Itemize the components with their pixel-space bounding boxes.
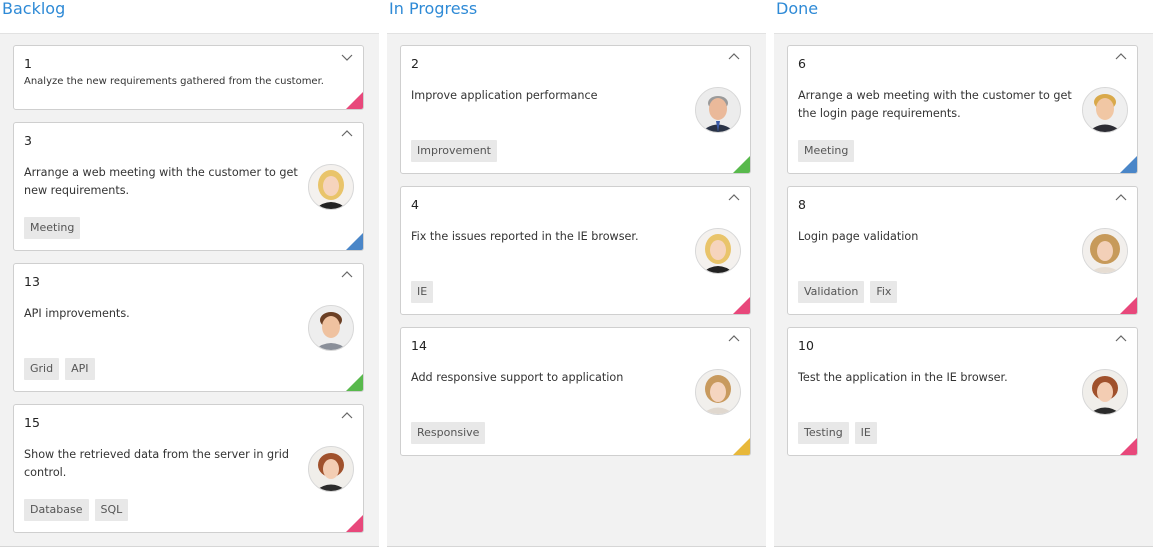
avatar [308, 164, 354, 210]
kanban-card[interactable]: 1 Analyze the new requirements gathered … [13, 45, 364, 110]
kanban-card[interactable]: 13 API improvements. Grid API [13, 263, 364, 392]
column-title: In Progress [389, 0, 478, 18]
priority-indicator [1120, 438, 1137, 455]
kanban-card[interactable]: 3 Arrange a web meeting with the custome… [13, 122, 364, 251]
card-id: 8 [798, 197, 806, 212]
card-id: 6 [798, 56, 806, 71]
priority-indicator [346, 233, 363, 250]
column-body: 6 Arrange a web meeting with the custome… [774, 33, 1153, 547]
card-id: 15 [24, 415, 40, 430]
card-id: 13 [24, 274, 40, 289]
priority-indicator [346, 92, 363, 109]
avatar [1082, 228, 1128, 274]
kanban-card[interactable]: 10 Test the application in the IE browse… [787, 327, 1138, 456]
priority-indicator [733, 438, 750, 455]
card-text: Login page validation [798, 230, 919, 243]
tag: SQL [94, 499, 129, 521]
card-text: Add responsive support to application [411, 371, 624, 384]
chevron-up-icon[interactable] [726, 191, 742, 205]
card-tags: Testing IE [798, 421, 883, 444]
card-text: Show the retrieved data from the server … [24, 448, 289, 479]
card-tags: Meeting [798, 139, 860, 162]
card-tags: Responsive [411, 421, 491, 444]
chevron-up-icon[interactable] [1113, 50, 1129, 64]
column-done: Done 6 Arrange a web meeting with the cu… [774, 0, 1153, 549]
chevron-up-icon[interactable] [726, 332, 742, 346]
column-body: 1 Analyze the new requirements gathered … [0, 33, 379, 547]
card-tags: Improvement [411, 139, 503, 162]
tag: Validation [798, 281, 865, 303]
tag: API [65, 358, 95, 380]
kanban-card[interactable]: 6 Arrange a web meeting with the custome… [787, 45, 1138, 174]
priority-indicator [733, 156, 750, 173]
tag: Database [24, 499, 89, 521]
kanban-card[interactable]: 14 Add responsive support to application… [400, 327, 751, 456]
priority-indicator [733, 297, 750, 314]
card-tags: Database SQL [24, 498, 134, 521]
avatar [308, 305, 354, 351]
tag: Meeting [798, 140, 855, 162]
avatar [308, 446, 354, 492]
priority-indicator [346, 515, 363, 532]
kanban-card[interactable]: 8 Login page validation Validation Fix [787, 186, 1138, 315]
chevron-up-icon[interactable] [1113, 191, 1129, 205]
tag: Testing [798, 422, 849, 444]
card-tags: IE [411, 280, 439, 303]
column-title: Backlog [2, 0, 66, 18]
card-id: 1 [24, 56, 32, 71]
chevron-down-icon[interactable] [339, 50, 355, 64]
card-text: Test the application in the IE browser. [798, 371, 1008, 384]
card-text: Fix the issues reported in the IE browse… [411, 230, 639, 243]
column-backlog: Backlog 1 Analyze the new requirements g… [0, 0, 379, 549]
kanban-card[interactable]: 15 Show the retrieved data from the serv… [13, 404, 364, 533]
column-in-progress: In Progress 2 Improve application perfor… [387, 0, 766, 549]
tag: Improvement [411, 140, 497, 162]
tag: Grid [24, 358, 60, 380]
chevron-up-icon[interactable] [726, 50, 742, 64]
priority-indicator [1120, 156, 1137, 173]
card-id: 3 [24, 133, 32, 148]
card-tags: Meeting [24, 216, 86, 239]
card-tags: Grid API [24, 357, 101, 380]
kanban-card[interactable]: 4 Fix the issues reported in the IE brow… [400, 186, 751, 315]
chevron-up-icon[interactable] [1113, 332, 1129, 346]
card-text: Improve application performance [411, 89, 598, 102]
priority-indicator [1120, 297, 1137, 314]
avatar [695, 87, 741, 133]
tag: IE [411, 281, 434, 303]
card-tags: Validation Fix [798, 280, 903, 303]
chevron-up-icon[interactable] [339, 409, 355, 423]
avatar [1082, 87, 1128, 133]
column-title: Done [776, 0, 819, 18]
avatar [1082, 369, 1128, 415]
card-id: 10 [798, 338, 814, 353]
avatar [695, 228, 741, 274]
avatar [695, 369, 741, 415]
tag: Fix [870, 281, 898, 303]
card-text: Analyze the new requirements gathered fr… [24, 76, 324, 87]
kanban-card[interactable]: 2 Improve application performance Improv… [400, 45, 751, 174]
card-text: Arrange a web meeting with the customer … [24, 166, 298, 197]
chevron-up-icon[interactable] [339, 127, 355, 141]
priority-indicator [346, 374, 363, 391]
card-id: 4 [411, 197, 419, 212]
tag: Responsive [411, 422, 486, 444]
card-id: 14 [411, 338, 427, 353]
card-text: API improvements. [24, 307, 130, 320]
tag: Meeting [24, 217, 81, 239]
card-text: Arrange a web meeting with the customer … [798, 89, 1072, 120]
tag: IE [854, 422, 877, 444]
card-id: 2 [411, 56, 419, 71]
column-body: 2 Improve application performance Improv… [387, 33, 766, 547]
chevron-up-icon[interactable] [339, 268, 355, 282]
